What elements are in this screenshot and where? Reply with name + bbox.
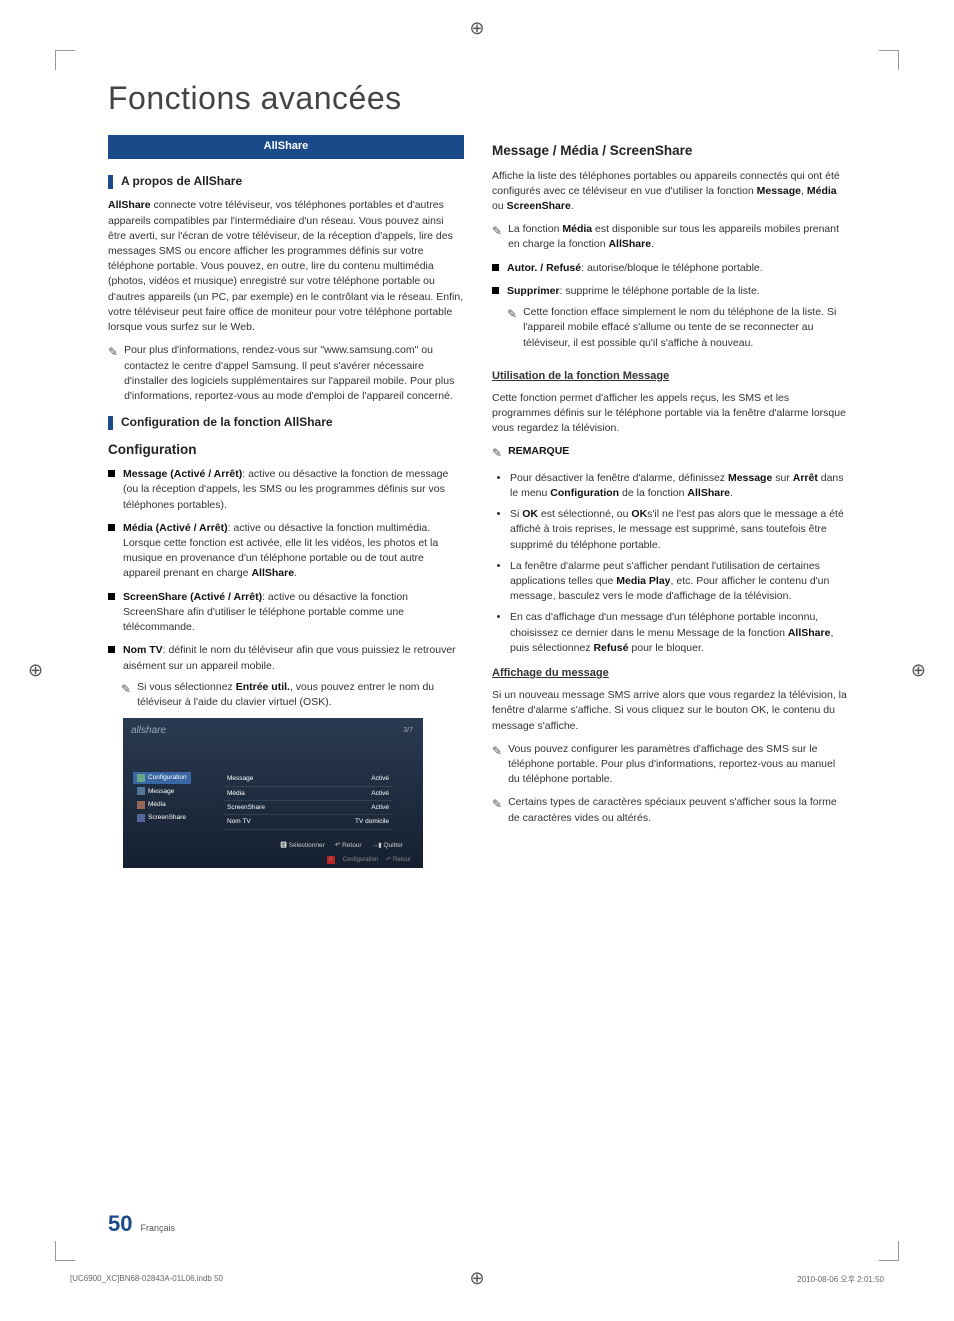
note-media: ✎ La fonction Média est disponible sur t… [492,222,848,252]
table-row: MessageActivé [223,772,393,786]
page-language: Français [140,1223,175,1233]
screenshare-icon [137,814,145,822]
right-column: Message / Média / ScreenShare Affiche la… [492,135,848,876]
media-icon [137,801,145,809]
screenshot-footer2: A Configuration ↶ Retour [327,856,411,865]
note-icon: ✎ [507,306,517,351]
configuration-heading: Configuration [108,440,464,460]
message-icon [137,787,145,795]
menu-item-screenshare: ScreenShare [133,812,191,823]
section-bar-icon [108,175,113,189]
section-bar-icon [108,416,113,430]
message-usage-heading: Utilisation de la fonction Message [492,369,848,385]
menu-item-media: Média [133,799,191,810]
about-paragraph: AllShare connecte votre téléviseur, vos … [108,198,464,335]
remarque-label: REMARQUE [508,444,569,462]
bullet-icon [108,646,115,653]
screenshot-menu: Configuration Message Média ScreenShare [133,772,191,824]
bullet-icon [492,264,499,271]
section-title: Configuration de la fonction AllShare [121,414,333,431]
gear-icon [137,774,145,782]
page-number: 50 [108,1211,132,1237]
nomtv-note: Si vous sélectionnez Entrée util., vous … [137,680,464,710]
section-config-allshare: Configuration de la fonction AllShare [108,414,464,431]
note-icon: ✎ [492,223,502,252]
bullet-icon [108,470,115,477]
left-column: AllShare A propos de AllShare AllShare c… [108,135,464,876]
section-about-allshare: A propos de AllShare [108,173,464,190]
affichage-heading: Affichage du message [492,666,848,682]
config-item-media: Média (Activé / Arrêt): active ou désact… [108,521,464,582]
aff-note1: ✎ Vous pouvez configurer les paramètres … [492,742,848,788]
bullet-icon [108,524,115,531]
bullet-supprimer: Supprimer: supprime le téléphone portabl… [492,284,848,359]
section-title: A propos de AllShare [121,173,242,190]
table-row: Nom TVTV domicile [223,815,393,829]
registration-mark-top: ⊕ [469,18,484,39]
print-file: [UC6900_XC]BN68-02843A-01L06.indb 50 [70,1274,223,1285]
screenshot-badge: 3/7 [403,726,413,736]
bullet-icon [108,593,115,600]
registration-mark-left: ⊕ [28,660,43,681]
note-icon: ✎ [108,344,118,404]
registration-mark-right: ⊕ [911,660,926,681]
bullet-autor: Autor. / Refusé: autorise/bloque le télé… [492,261,848,276]
supprimer-note: Cette fonction efface simplement le nom … [523,305,848,351]
list-item: En cas d'affichage d'un message d'un tél… [510,610,848,656]
config-item-screenshare: ScreenShare (Activé / Arrêt): active ou … [108,590,464,636]
note-block: ✎ Pour plus d'informations, rendez-vous … [108,343,464,404]
screenshot-logo: allshare [131,724,166,739]
list-item: Si OK est sélectionné, ou OKs'il ne l'es… [510,507,848,553]
list-item: Pour désactiver la fenêtre d'alarme, déf… [510,471,848,501]
note-icon: ✎ [492,743,502,788]
remarque-list: Pour désactiver la fenêtre d'alarme, déf… [492,471,848,656]
table-row: MédiaActivé [223,787,393,801]
crop-mark [879,1241,899,1261]
crop-mark [55,50,75,70]
remarque-block: ✎ REMARQUE [492,444,848,462]
allshare-screenshot: allshare 3/7 Configuration Message Média… [123,718,423,868]
crop-mark [55,1241,75,1261]
screenshot-footer: 🅴 Sélectionner ↶ Retour →▮ Quitter [280,841,403,850]
note-icon: ✎ [492,796,502,825]
table-row: ScreenShareActivé [223,801,393,815]
allshare-tab: AllShare [108,135,464,159]
list-item: La fenêtre d'alarme peut s'afficher pend… [510,559,848,605]
print-date: 2010-08-06 오후 2:01:50 [797,1274,884,1285]
screenshot-table: MessageActivé MédiaActivé ScreenShareAct… [223,772,393,830]
crop-mark [879,50,899,70]
print-metadata: [UC6900_XC]BN68-02843A-01L06.indb 50 201… [70,1274,884,1285]
note-text: Pour plus d'informations, rendez-vous su… [124,343,464,404]
menu-item-message: Message [133,786,191,797]
bullet-icon [492,287,499,294]
page-footer: 50 Français [108,1211,175,1237]
affichage-text: Si un nouveau message SMS arrive alors q… [492,688,848,734]
note-icon: ✎ [492,445,502,462]
config-item-nomtv: Nom TV: définit le nom du téléviseur afi… [108,643,464,868]
menu-item-configuration: Configuration [133,772,191,783]
right-heading: Message / Média / ScreenShare [492,141,848,161]
aff-note2: ✎ Certains types de caractères spéciaux … [492,795,848,825]
page-title: Fonctions avancées [108,80,848,117]
message-usage-text: Cette fonction permet d'afficher les app… [492,391,848,437]
config-item-message: Message (Activé / Arrêt): active ou désa… [108,467,464,513]
note-icon: ✎ [121,681,131,710]
right-intro: Affiche la liste des téléphones portable… [492,169,848,215]
